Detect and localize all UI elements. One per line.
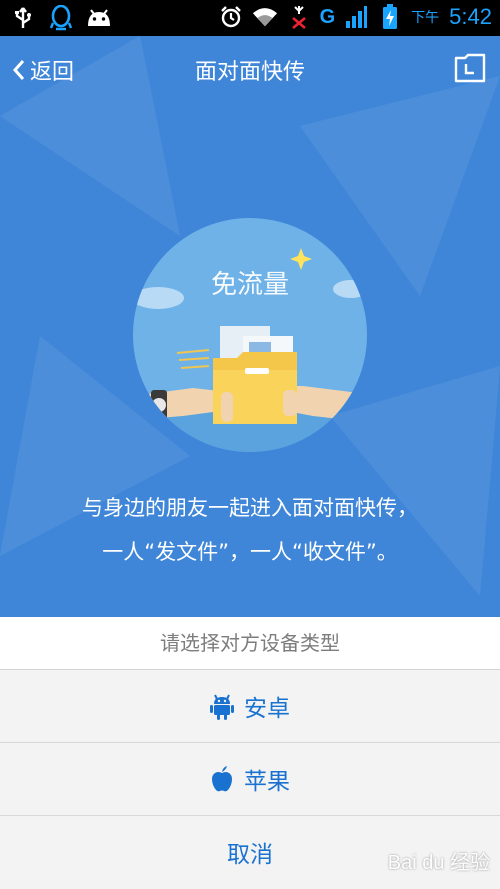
usb-icon bbox=[10, 5, 36, 31]
android-option-label: 安卓 bbox=[244, 696, 290, 722]
sheet-title: 请选择对方设备类型 bbox=[0, 617, 500, 670]
folder-icon bbox=[454, 53, 486, 83]
no-sim-icon bbox=[286, 4, 312, 30]
illustration-circle: 免流量 bbox=[133, 218, 367, 452]
system-status: G 下午 5:42 bbox=[218, 4, 492, 30]
wifi-icon bbox=[252, 4, 278, 30]
apple-option-label: 苹果 bbox=[244, 769, 290, 795]
apple-option-button[interactable]: 苹果 bbox=[0, 743, 500, 816]
cancel-label: 取消 bbox=[227, 842, 273, 868]
face-to-face-panel: 返回 面对面快传 免流量 与身边的朋友一起进入面对面快传， 一人“发文件”，一人… bbox=[0, 36, 500, 617]
free-traffic-label: 免流量 bbox=[210, 270, 289, 300]
file-transfer-illustration bbox=[133, 248, 367, 452]
folder-button[interactable] bbox=[453, 52, 487, 84]
signal-icon bbox=[343, 4, 369, 30]
description-line-2: 一人“发文件”，一人“收文件”。 bbox=[102, 540, 398, 564]
android-option-button[interactable]: 安卓 bbox=[0, 670, 500, 743]
page-title: 面对面快传 bbox=[194, 60, 305, 85]
android-icon bbox=[86, 5, 112, 31]
clock: 5:42 bbox=[449, 4, 492, 29]
qq-icon bbox=[48, 5, 74, 31]
device-type-sheet: 请选择对方设备类型 安卓 苹果 取消 Bai du 经验 bbox=[0, 617, 500, 889]
am-pm-label: 下午 bbox=[411, 9, 440, 25]
battery-charging-icon bbox=[377, 4, 403, 30]
illustration: 免流量 bbox=[133, 218, 367, 452]
nav-bar: 返回 面对面快传 bbox=[0, 36, 500, 102]
watermark: Bai du 经验 bbox=[387, 852, 490, 874]
notification-icons bbox=[10, 5, 112, 31]
description-line-1: 与身边的朋友一起进入面对面快传， bbox=[82, 496, 418, 520]
network-type: G bbox=[319, 5, 336, 28]
alarm-icon bbox=[218, 4, 244, 30]
apple-icon bbox=[212, 766, 232, 792]
android-icon bbox=[210, 694, 234, 720]
status-bar: G 下午 5:42 bbox=[0, 0, 500, 36]
